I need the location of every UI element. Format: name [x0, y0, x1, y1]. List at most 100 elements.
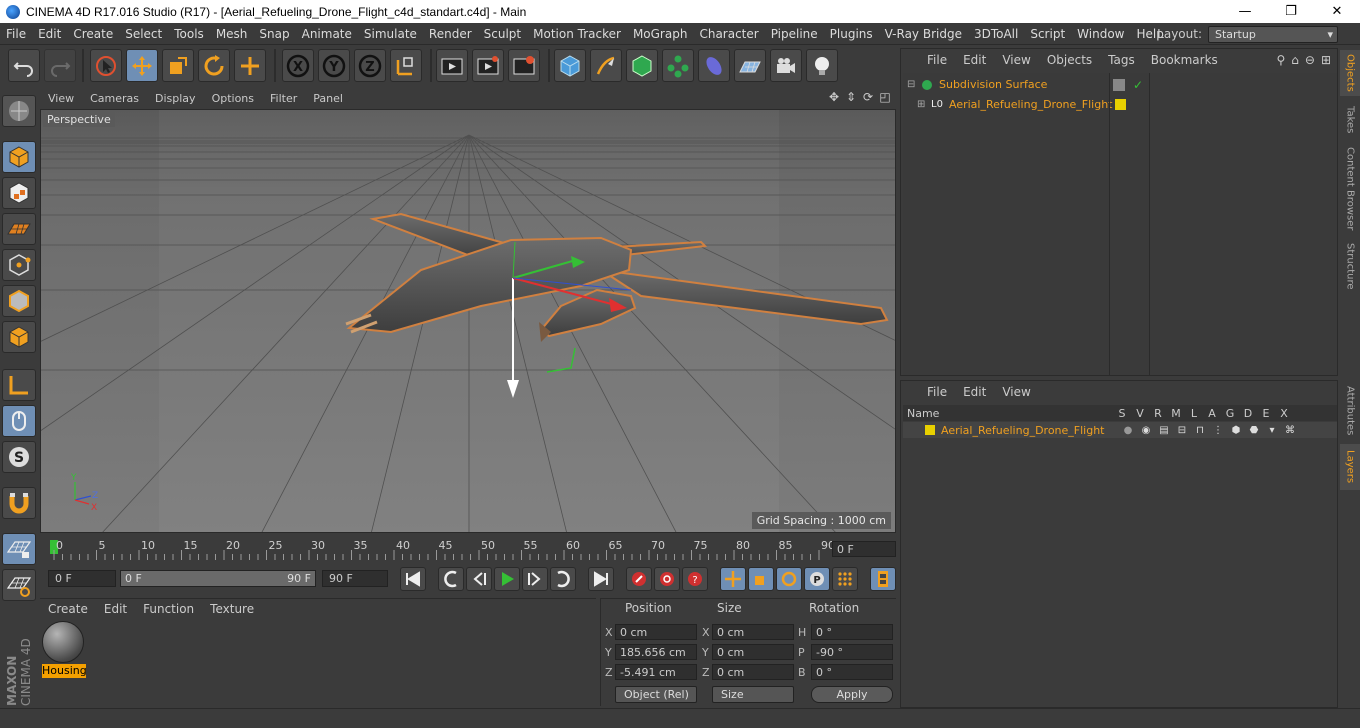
render-picture-viewer-button[interactable] — [472, 49, 504, 82]
material-menu-function[interactable]: Function — [135, 602, 202, 616]
home-icon[interactable]: ⌂ — [1291, 53, 1299, 67]
x-axis-button[interactable]: X — [282, 49, 314, 82]
deformer-icon[interactable]: ⬣ — [1245, 425, 1263, 436]
z-axis-button[interactable]: Z — [354, 49, 386, 82]
coordinate-system-button[interactable] — [390, 49, 422, 82]
menu-vray-bridge[interactable]: V-Ray Bridge — [879, 27, 968, 41]
render-clapper-icon[interactable]: ▤ — [1155, 425, 1173, 436]
visibility-dots-icon[interactable] — [1113, 78, 1125, 91]
texture-mode-button[interactable] — [2, 177, 36, 209]
layers-menu-edit[interactable]: Edit — [955, 385, 994, 399]
timeline-ruler[interactable]: 0 5 10 15 20 25 30 35 40 45 50 55 60 65 70 75 80 85 90 0 F — [40, 536, 896, 564]
maximize-button[interactable]: ❐ — [1268, 0, 1314, 23]
viewport-menu-view[interactable]: View — [40, 92, 82, 105]
live-selection-button[interactable] — [90, 49, 122, 82]
menu-3dtoall[interactable]: 3DToAll — [968, 27, 1024, 41]
menu-simulate[interactable]: Simulate — [358, 27, 423, 41]
menu-mograph[interactable]: MoGraph — [627, 27, 694, 41]
preview-range-slider[interactable]: 0 F 90 F — [120, 570, 316, 587]
objects-menu-bookmarks[interactable]: Bookmarks — [1143, 53, 1226, 67]
camera-button[interactable] — [770, 49, 802, 82]
menu-render[interactable]: Render — [423, 27, 478, 41]
edges-mode-button[interactable] — [2, 285, 36, 317]
pen-button[interactable] — [590, 49, 622, 82]
objects-menu-view[interactable]: View — [994, 53, 1038, 67]
layers-menu-view[interactable]: View — [994, 385, 1038, 399]
dolly-icon[interactable]: ⇕ — [844, 90, 858, 104]
key-scale-button[interactable] — [748, 567, 774, 591]
y-axis-button[interactable]: Y — [318, 49, 350, 82]
material-item[interactable]: Housing — [42, 621, 87, 679]
edit-render-settings-button[interactable] — [508, 49, 540, 82]
menu-sculpt[interactable]: Sculpt — [478, 27, 527, 41]
menu-script[interactable]: Script — [1024, 27, 1071, 41]
axis-mode-button[interactable] — [2, 369, 36, 401]
menu-file[interactable]: File — [0, 27, 32, 41]
key-position-button[interactable] — [720, 567, 746, 591]
position-x-field[interactable]: 0 cm — [615, 624, 697, 640]
previous-keyframe-button[interactable] — [438, 567, 464, 591]
coordinate-mode-dropdown[interactable]: Object (Rel) — [615, 686, 697, 703]
key-parameter-button[interactable]: P — [804, 567, 830, 591]
timeline-window-button[interactable] — [870, 567, 896, 591]
collapse-icon[interactable]: ⊟ — [907, 79, 921, 90]
size-mode-dropdown[interactable]: Size — [712, 686, 794, 703]
rotation-b-field[interactable]: 0 ° — [811, 664, 893, 680]
layers-menu-file[interactable]: File — [901, 385, 955, 399]
next-keyframe-button[interactable] — [550, 567, 576, 591]
recent-tools-button[interactable] — [234, 49, 266, 82]
model-mode-button[interactable] — [2, 141, 36, 173]
objects-menu-file[interactable]: File — [901, 53, 955, 67]
menu-animate[interactable]: Animate — [296, 27, 358, 41]
layer-row[interactable]: Aerial_Refueling_Drone_Flight ● ◉ ▤ ⊟ ⊓ … — [903, 422, 1337, 438]
material-menu-create[interactable]: Create — [40, 602, 96, 616]
workplane-lock-button[interactable] — [2, 533, 36, 565]
key-rotation-button[interactable] — [776, 567, 802, 591]
menu-plugins[interactable]: Plugins — [824, 27, 879, 41]
undo-button[interactable] — [8, 49, 40, 82]
tab-structure[interactable]: Structure — [1340, 238, 1360, 294]
animation-icon[interactable]: ⋮ — [1209, 425, 1227, 436]
make-editable-button[interactable] — [2, 95, 36, 127]
material-menu-texture[interactable]: Texture — [202, 602, 262, 616]
subdivision-button[interactable] — [626, 49, 658, 82]
menu-window[interactable]: Window — [1071, 27, 1130, 41]
record-active-button[interactable] — [626, 567, 652, 591]
current-frame-field[interactable]: 0 F — [832, 541, 896, 557]
object-row-drone[interactable]: ⊞ L0 Aerial_Refueling_Drone_Flight — [903, 95, 1337, 114]
menu-snap[interactable]: Snap — [253, 27, 295, 41]
viewport-menu-cameras[interactable]: Cameras — [82, 92, 147, 105]
menu-motion-tracker[interactable]: Motion Tracker — [527, 27, 627, 41]
menu-create[interactable]: Create — [67, 27, 119, 41]
layer-color-swatch[interactable] — [925, 425, 935, 435]
planar-workplane-button[interactable] — [2, 569, 36, 601]
menu-mesh[interactable]: Mesh — [210, 27, 254, 41]
maximize-view-icon[interactable]: ◰ — [878, 90, 892, 104]
previous-frame-button[interactable] — [466, 567, 492, 591]
deformer-button[interactable] — [698, 49, 730, 82]
lock-icon[interactable]: ⊓ — [1191, 425, 1209, 436]
material-menu-edit[interactable]: Edit — [96, 602, 135, 616]
floor-button[interactable] — [734, 49, 766, 82]
enabled-check-icon[interactable]: ✓ — [1133, 78, 1143, 92]
render-view-button[interactable] — [436, 49, 468, 82]
points-mode-button[interactable] — [2, 249, 36, 281]
viewport-menu-panel[interactable]: Panel — [305, 92, 351, 105]
key-pla-button[interactable] — [832, 567, 858, 591]
tab-content-browser[interactable]: Content Browser — [1340, 144, 1360, 234]
object-row-subdivision[interactable]: ⊟ Subdivision Surface ✓ — [903, 75, 1337, 94]
autokey-button[interactable] — [654, 567, 680, 591]
play-button[interactable] — [494, 567, 520, 591]
new-window-icon[interactable]: ⊞ — [1321, 53, 1331, 67]
menu-character[interactable]: Character — [693, 27, 764, 41]
size-x-field[interactable]: 0 cm — [712, 624, 794, 640]
polygons-mode-button[interactable] — [2, 321, 36, 353]
keyframe-selection-button[interactable]: ? — [682, 567, 708, 591]
redo-button[interactable] — [44, 49, 76, 82]
objects-menu-tags[interactable]: Tags — [1100, 53, 1143, 67]
viewport-menu-display[interactable]: Display — [147, 92, 204, 105]
eye-icon[interactable]: ◉ — [1137, 425, 1155, 436]
position-z-field[interactable]: -5.491 cm — [615, 664, 697, 680]
objects-menu-objects[interactable]: Objects — [1039, 53, 1100, 67]
viewport-menu-options[interactable]: Options — [204, 92, 262, 105]
